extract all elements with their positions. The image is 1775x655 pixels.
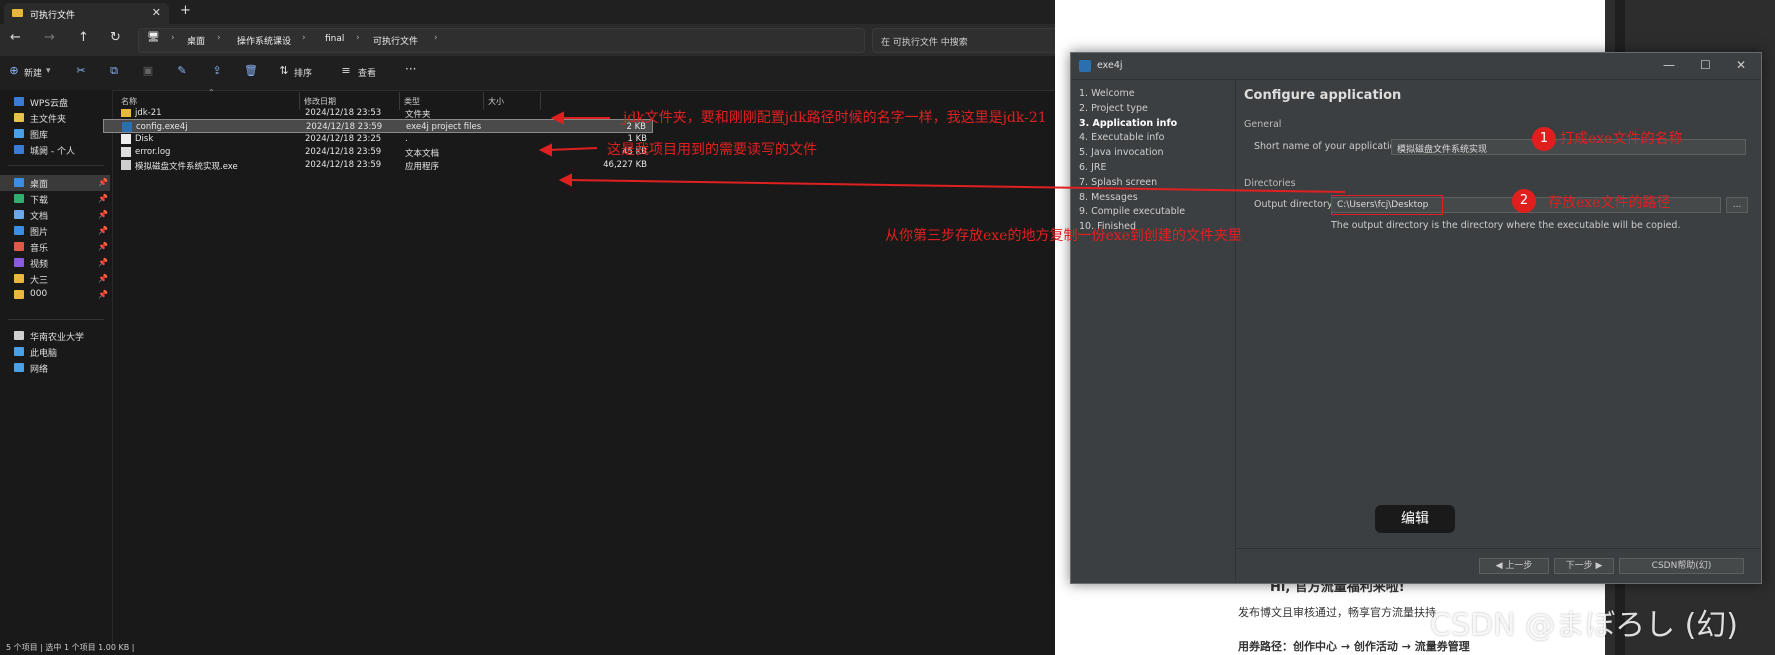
arrow-config <box>547 147 598 151</box>
annotation-path: 存放exe文件的路径 <box>1548 195 1671 211</box>
edit-button[interactable]: 编辑 <box>1375 505 1455 533</box>
annotation-jdk: jdk文件夹，要和刚刚配置jdk路径时候的名字一样，我这里是jdk-21 <box>623 110 1047 126</box>
arrow-exe <box>567 179 1346 193</box>
watermark: CSDN @まぼろし (幻) <box>1430 608 1739 643</box>
arrow-head <box>550 111 564 125</box>
annotation-exe: 从你第三步存放exe的地方复制一份exe到创建的文件夹里 <box>885 228 1242 244</box>
annotation-arrows <box>538 111 1346 193</box>
step-marker-2: 2 <box>1512 189 1536 213</box>
arrow-head <box>558 173 572 187</box>
step-marker-1: 1 <box>1532 127 1556 151</box>
annotation-config: 这是我项目用到的需要读写的文件 <box>607 142 817 158</box>
annotation-name: 打成exe文件的名称 <box>1560 131 1683 147</box>
arrow-head <box>538 143 552 157</box>
